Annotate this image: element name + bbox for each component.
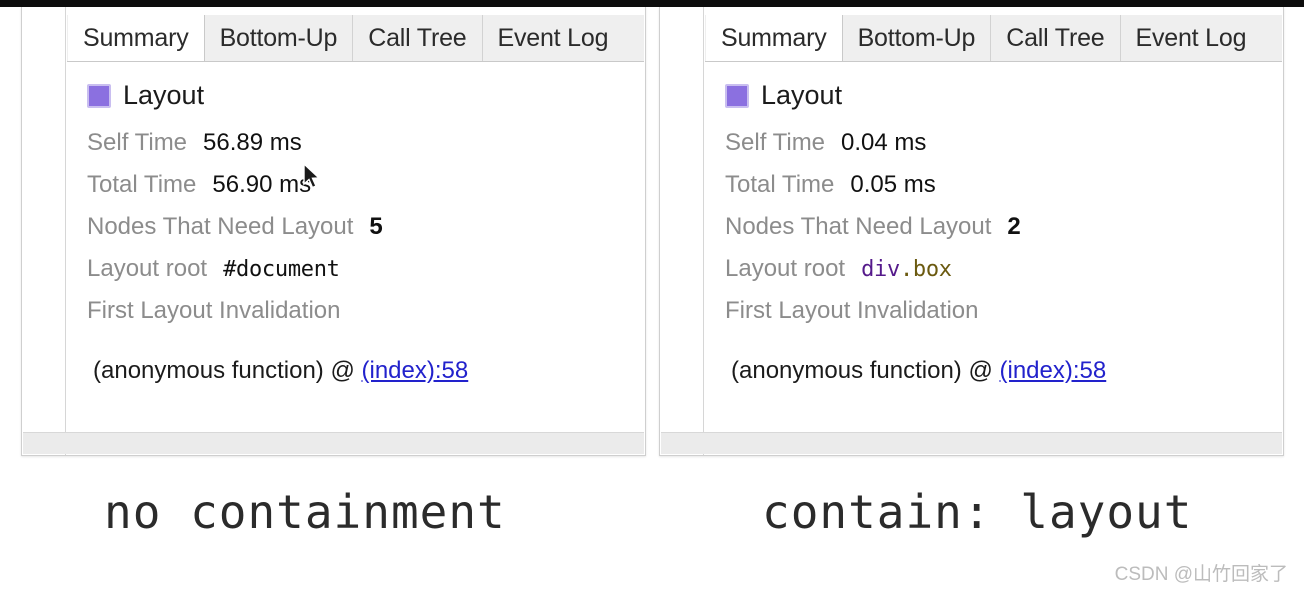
row-nodes-need-layout-right-value: 2 bbox=[1007, 213, 1021, 240]
row-first-layout-invalidation-right-label: First Layout Invalidation bbox=[725, 297, 979, 324]
event-title-row-right: Layout bbox=[725, 82, 1282, 109]
tab-summary-left[interactable]: Summary bbox=[68, 15, 205, 61]
summary-rows-right: Self Time 0.04 ms Total Time 0.05 ms Nod… bbox=[725, 129, 1282, 339]
row-self-time-right-label: Self Time bbox=[725, 129, 826, 156]
row-total-time-right: Total Time 0.05 ms bbox=[725, 171, 1282, 213]
summary-body-right: Layout Self Time 0.04 ms Total Time 0.05… bbox=[705, 62, 1282, 454]
row-layout-root-left-value[interactable]: #document bbox=[223, 257, 340, 282]
tab-summary-right-label: Summary bbox=[721, 23, 827, 52]
row-self-time-right-value: 0.04 ms bbox=[841, 129, 927, 156]
layout-root-class-name: .box bbox=[899, 257, 952, 282]
row-self-time-left: Self Time 56.89 ms bbox=[87, 129, 644, 171]
summary-body-left: Layout Self Time 56.89 ms Total Time 56.… bbox=[67, 62, 644, 454]
layout-color-swatch-icon bbox=[87, 83, 111, 108]
row-nodes-need-layout-left-label: Nodes That Need Layout bbox=[87, 213, 354, 240]
row-total-time-left-label: Total Time bbox=[87, 171, 197, 198]
stack-trace-left-link[interactable]: (index):58 bbox=[362, 357, 469, 384]
tab-call-tree-left-label: Call Tree bbox=[368, 23, 467, 52]
row-total-time-left-value: 56.90 ms bbox=[212, 171, 312, 198]
tabbar-left: Summary Bottom-Up Call Tree Event Log bbox=[67, 15, 644, 62]
row-first-layout-invalidation-left: First Layout Invalidation bbox=[87, 297, 644, 339]
csdn-watermark: CSDN @山竹回家了 bbox=[1114, 564, 1288, 585]
row-self-time-right: Self Time 0.04 ms bbox=[725, 129, 1282, 171]
tab-summary-right[interactable]: Summary bbox=[706, 15, 843, 61]
tab-call-tree-left[interactable]: Call Tree bbox=[353, 15, 483, 61]
panel-inner-left: Summary Bottom-Up Call Tree Event Log La… bbox=[67, 15, 644, 454]
row-layout-root-right: Layout root div.box bbox=[725, 255, 1282, 297]
tabbar-right: Summary Bottom-Up Call Tree Event Log bbox=[705, 15, 1282, 62]
caption-no-containment: no containment bbox=[104, 485, 506, 539]
tab-bottom-up-left-label: Bottom-Up bbox=[219, 23, 338, 52]
devtools-panel-left: Summary Bottom-Up Call Tree Event Log La… bbox=[21, 7, 646, 456]
panel-gutter-right bbox=[660, 7, 704, 455]
row-nodes-need-layout-left: Nodes That Need Layout 5 bbox=[87, 213, 644, 255]
stack-trace-right-link[interactable]: (index):58 bbox=[1000, 357, 1107, 384]
tab-bottom-up-left[interactable]: Bottom-Up bbox=[204, 15, 354, 61]
devtools-panel-right: Summary Bottom-Up Call Tree Event Log La… bbox=[659, 7, 1284, 456]
stack-trace-left-prefix: (anonymous function) @ bbox=[93, 357, 362, 384]
tab-event-log-left-label: Event Log bbox=[497, 23, 609, 52]
event-title-right: Layout bbox=[761, 80, 843, 110]
stack-trace-line-left: (anonymous function) @ (index):58 bbox=[87, 357, 644, 385]
panel-inner-right: Summary Bottom-Up Call Tree Event Log La… bbox=[705, 15, 1282, 454]
row-nodes-need-layout-right-label: Nodes That Need Layout bbox=[725, 213, 992, 240]
tab-call-tree-right-label: Call Tree bbox=[1006, 23, 1105, 52]
row-total-time-right-label: Total Time bbox=[725, 171, 835, 198]
summary-rows-left: Self Time 56.89 ms Total Time 56.90 ms N… bbox=[87, 129, 644, 339]
row-self-time-left-label: Self Time bbox=[87, 129, 188, 156]
row-total-time-right-value: 0.05 ms bbox=[850, 171, 936, 198]
stack-trace-line-right: (anonymous function) @ (index):58 bbox=[725, 357, 1282, 385]
tab-bottom-up-right[interactable]: Bottom-Up bbox=[842, 15, 992, 61]
panel-footer-left bbox=[23, 432, 644, 454]
panel-gutter-left bbox=[22, 7, 66, 455]
caption-contain-layout: contain: layout bbox=[762, 485, 1193, 539]
tab-summary-left-label: Summary bbox=[83, 23, 189, 52]
layout-color-swatch-icon bbox=[725, 83, 749, 108]
tab-event-log-right-label: Event Log bbox=[1135, 23, 1247, 52]
tab-event-log-right[interactable]: Event Log bbox=[1120, 15, 1262, 61]
row-first-layout-invalidation-left-label: First Layout Invalidation bbox=[87, 297, 341, 324]
layout-root-tag-name: div bbox=[861, 257, 900, 282]
row-layout-root-right-value[interactable]: div.box bbox=[861, 257, 952, 282]
event-title-row-left: Layout bbox=[87, 82, 644, 109]
row-layout-root-right-label: Layout root bbox=[725, 255, 846, 282]
screenshot-stage: Summary Bottom-Up Call Tree Event Log La… bbox=[0, 0, 1304, 596]
row-layout-root-left: Layout root #document bbox=[87, 255, 644, 297]
panel-footer-right bbox=[661, 432, 1282, 454]
tab-event-log-left[interactable]: Event Log bbox=[482, 15, 624, 61]
stack-trace-right-prefix: (anonymous function) @ bbox=[731, 357, 1000, 384]
event-title-left: Layout bbox=[123, 80, 205, 110]
row-total-time-left: Total Time 56.90 ms bbox=[87, 171, 644, 213]
row-nodes-need-layout-right: Nodes That Need Layout 2 bbox=[725, 213, 1282, 255]
tab-bottom-up-right-label: Bottom-Up bbox=[857, 23, 976, 52]
top-black-strip bbox=[0, 0, 1304, 7]
row-layout-root-left-label: Layout root bbox=[87, 255, 208, 282]
tab-call-tree-right[interactable]: Call Tree bbox=[991, 15, 1121, 61]
row-self-time-left-value: 56.89 ms bbox=[203, 129, 302, 156]
row-first-layout-invalidation-right: First Layout Invalidation bbox=[725, 297, 1282, 339]
row-nodes-need-layout-left-value: 5 bbox=[369, 213, 383, 240]
